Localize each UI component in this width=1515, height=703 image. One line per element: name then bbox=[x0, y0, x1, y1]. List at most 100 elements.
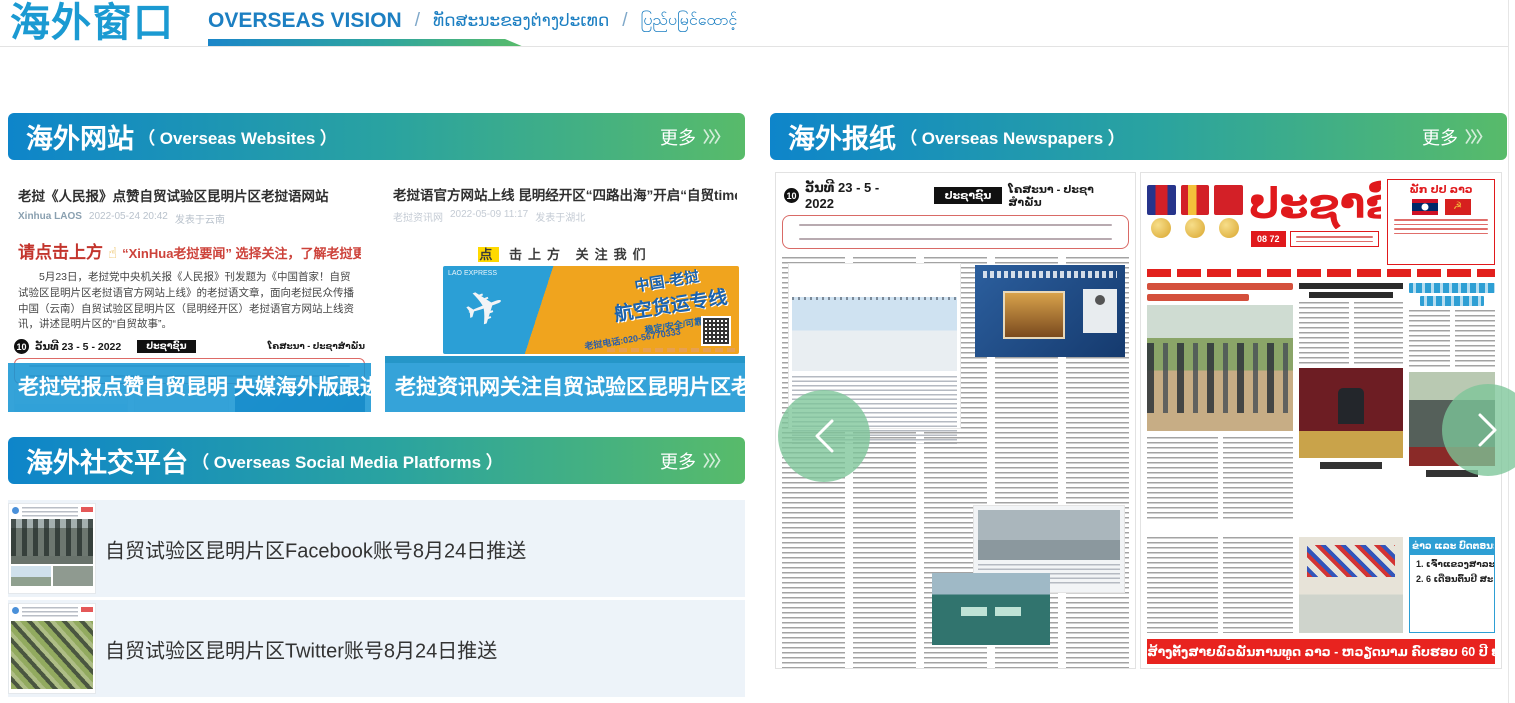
section-title-zh: 海外社交平台 bbox=[26, 441, 188, 480]
sub-photos bbox=[11, 566, 93, 586]
section-title-en: （ Overseas Newspapers ） bbox=[900, 124, 1125, 149]
flags: ☭ bbox=[1394, 199, 1488, 215]
headline-placeholder bbox=[1409, 283, 1495, 293]
clipping-right-label: ໂຄສະນາ - ປະຊາສຳພັນ bbox=[268, 341, 365, 352]
website-card-lao-info-net[interactable]: 老挝语官方网站上线 昆明经开区“四路出海”开启“自贸time” 老挝资讯网 20… bbox=[385, 170, 745, 412]
headline-placeholder bbox=[1299, 283, 1403, 289]
nav-link-english[interactable]: OVERSEAS VISION bbox=[208, 9, 402, 33]
chevron-right-icon bbox=[1471, 408, 1505, 452]
air-cargo-ad-banner: LAO EXPRESS ✈ 中国-老挝 航空货运专线 稳定/安全/可靠 老挝电话… bbox=[443, 266, 739, 354]
newspaper-section-label: ໂຄສະນາ - ປະຊາສຳພັນ bbox=[1008, 183, 1127, 209]
contents-item: 2. 6 ເດືອນຕົ້ນປີ ສະພາຄານ … bbox=[1416, 574, 1494, 585]
promo-text: “XinHua老挝要闻” 选择关注，了解老挝更多点 bbox=[122, 243, 361, 262]
airplane-icon: ✈ bbox=[457, 275, 514, 341]
issue-number-box: 08 72 bbox=[1251, 231, 1286, 247]
speaker-photo bbox=[1083, 289, 1117, 333]
article-body: 5月23日，老挝党中央机关报《人民报》刊发题为《中国首家！自贸试验区昆明片区老挝… bbox=[18, 270, 361, 333]
newspaper-masthead: ປະຊາຊົນ bbox=[1249, 179, 1381, 229]
website-card-peoples-daily[interactable]: 老挝《人民报》点赞自贸试验区昆明片区老挝语网站 Xinhua LAOS 2022… bbox=[8, 170, 371, 412]
website-button bbox=[995, 607, 1021, 616]
text-line bbox=[1296, 236, 1373, 238]
medal-icon bbox=[1181, 185, 1210, 265]
card-caption-link[interactable]: 老挝党报点赞自贸昆明 央媒海外版跟进 bbox=[8, 363, 371, 412]
masthead-subrow: 08 72 bbox=[1251, 231, 1379, 247]
pointing-hand-icon: ☝ bbox=[108, 244, 117, 262]
card-caption-link[interactable]: 老挝资讯网关注自贸试验区昆明片区老 bbox=[385, 363, 745, 412]
text-line bbox=[1296, 241, 1373, 243]
post-header bbox=[11, 606, 93, 619]
article-time: 2022-05-09 11:17 bbox=[450, 209, 528, 224]
prev-arrow-button[interactable] bbox=[778, 390, 870, 482]
social-post-title[interactable]: 自贸试验区昆明片区Facebook账号8月24日推送 bbox=[105, 534, 526, 563]
section-title-zh: 海外网站 bbox=[26, 117, 134, 156]
section-title-en: （ Overseas Websites ） bbox=[138, 124, 337, 149]
follow-text: 击上方 关注我们 bbox=[509, 247, 652, 262]
party-flag-box: ພັກ ປປ ລາວ ☭ bbox=[1387, 179, 1495, 265]
newspaper-carousel: 10 ວັນທີ 23 - 5 - 2022 ປະຊາຊົນ ໂຄສະນາ - … bbox=[770, 172, 1507, 669]
article-source: Xinhua LAOS bbox=[18, 211, 82, 226]
issue-badge: 10 bbox=[14, 339, 29, 354]
more-label: 更多 bbox=[660, 448, 696, 474]
medal-icon bbox=[1147, 185, 1176, 265]
text-line bbox=[1394, 219, 1488, 221]
social-post-title[interactable]: 自贸试验区昆明片区Twitter账号8月24日推送 bbox=[105, 634, 497, 663]
clipping-header: 10 ວັນທີ 23 - 5 - 2022 ປະຊາຊົນ ໂຄສະນາ - … bbox=[14, 339, 365, 354]
follow-promo-line: 请点击上方 ☝ “XinHua老挝要闻” 选择关注，了解老挝更多点 bbox=[18, 238, 361, 263]
article-source: 老挝资讯网 bbox=[393, 209, 443, 224]
nav-link-lao[interactable]: ທັດສະນະຂອງຕ່າງປະເທດ bbox=[433, 11, 609, 31]
more-social-button[interactable]: 更多 〉〉〉 bbox=[660, 448, 727, 474]
social-post-row-facebook[interactable]: 自贸试验区昆明片区Facebook账号8月24日推送 bbox=[8, 500, 745, 597]
text-line bbox=[799, 224, 1112, 226]
medal-disc bbox=[1151, 218, 1171, 238]
article-title: 老挝《人民报》点赞自贸试验区昆明片区老挝语网站 bbox=[18, 185, 361, 205]
twitter-post-thumbnail bbox=[8, 603, 96, 694]
text-column bbox=[1299, 302, 1349, 364]
promo-prefix: 请点击上方 bbox=[18, 238, 103, 263]
party-box-title: ພັກ ປປ ລາວ bbox=[1394, 183, 1488, 196]
text-lines-placeholder bbox=[22, 607, 78, 617]
more-label: 更多 bbox=[1422, 124, 1458, 150]
medal-ribbon bbox=[1147, 185, 1176, 215]
headline-placeholder bbox=[1309, 292, 1392, 298]
medal-ribbon bbox=[1181, 185, 1210, 215]
section-bar-overseas-websites: 海外网站 （ Overseas Websites ） 更多 〉〉〉 bbox=[8, 113, 745, 160]
more-websites-button[interactable]: 更多 〉〉〉 bbox=[660, 124, 727, 150]
nav-link-burmese[interactable]: ပြည်ပမြင်ထောင့် bbox=[641, 9, 738, 33]
celebration-photo bbox=[1299, 537, 1403, 633]
header-divider bbox=[0, 46, 1508, 47]
newspaper-masthead-small: ປະຊາຊົນ bbox=[934, 187, 1003, 204]
tv-caption-strip bbox=[983, 271, 1117, 278]
qr-code bbox=[701, 316, 731, 346]
front-page-bottom-row: ຂ່າວ ແລະ ບົດຕອນການເຕີມ 1. ເຈົ້າແຂວງສາລະວ… bbox=[1147, 537, 1495, 633]
photo-caption-placeholder bbox=[1320, 462, 1382, 469]
clipping-masthead: ປະຊາຊົນ bbox=[137, 340, 195, 353]
page-right-divider bbox=[1508, 0, 1509, 703]
text-lines-placeholder bbox=[1394, 219, 1488, 234]
avatar bbox=[12, 507, 19, 514]
text-column bbox=[1147, 437, 1218, 521]
embedded-website-screenshot bbox=[932, 573, 1050, 645]
section-bar-overseas-social: 海外社交平台 （ Overseas Social Media Platforms… bbox=[8, 437, 745, 484]
contents-box: ຂ່າວ ແລະ ບົດຕອນການເຕີມ 1. ເຈົ້າແຂວງສາລະວ… bbox=[1409, 537, 1495, 633]
site-logo[interactable]: 海外窗口 bbox=[10, 0, 174, 46]
text-column bbox=[1223, 537, 1294, 633]
article-location: 发表于云南 bbox=[175, 211, 225, 226]
text-line bbox=[1394, 224, 1488, 226]
more-newspapers-button[interactable]: 更多 〉〉〉 bbox=[1422, 124, 1489, 150]
article-meta: 老挝资讯网 2022-05-09 11:17 发表于湖北 bbox=[393, 209, 737, 224]
text-line bbox=[1394, 233, 1488, 235]
party-flag-icon: ☭ bbox=[1445, 199, 1471, 215]
article-title: 老挝语官方网站上线 昆明经开区“四路出海”开启“自贸time” bbox=[393, 184, 737, 204]
tea-photo bbox=[1003, 291, 1065, 339]
nav-separator: / bbox=[415, 10, 420, 32]
contents-item: 1. ເຈົ້າແຂວງສາລະວັນ … bbox=[1416, 559, 1494, 570]
text-columns bbox=[1147, 437, 1293, 521]
text-line bbox=[1394, 228, 1488, 230]
contents-row: 2. 6 ເດືອນຕົ້ນປີ ສະພາຄານ … ໜ້າ 9 bbox=[1410, 570, 1494, 585]
follow-button-placeholder bbox=[81, 507, 93, 512]
section-title-en: （ Overseas Social Media Platforms ） bbox=[192, 448, 503, 473]
social-post-row-twitter[interactable]: 自贸试验区昆明片区Twitter账号8月24日推送 bbox=[8, 600, 745, 697]
video-still bbox=[978, 510, 1120, 560]
ad-footnote-placeholder bbox=[607, 348, 737, 352]
text-column bbox=[1354, 302, 1404, 364]
